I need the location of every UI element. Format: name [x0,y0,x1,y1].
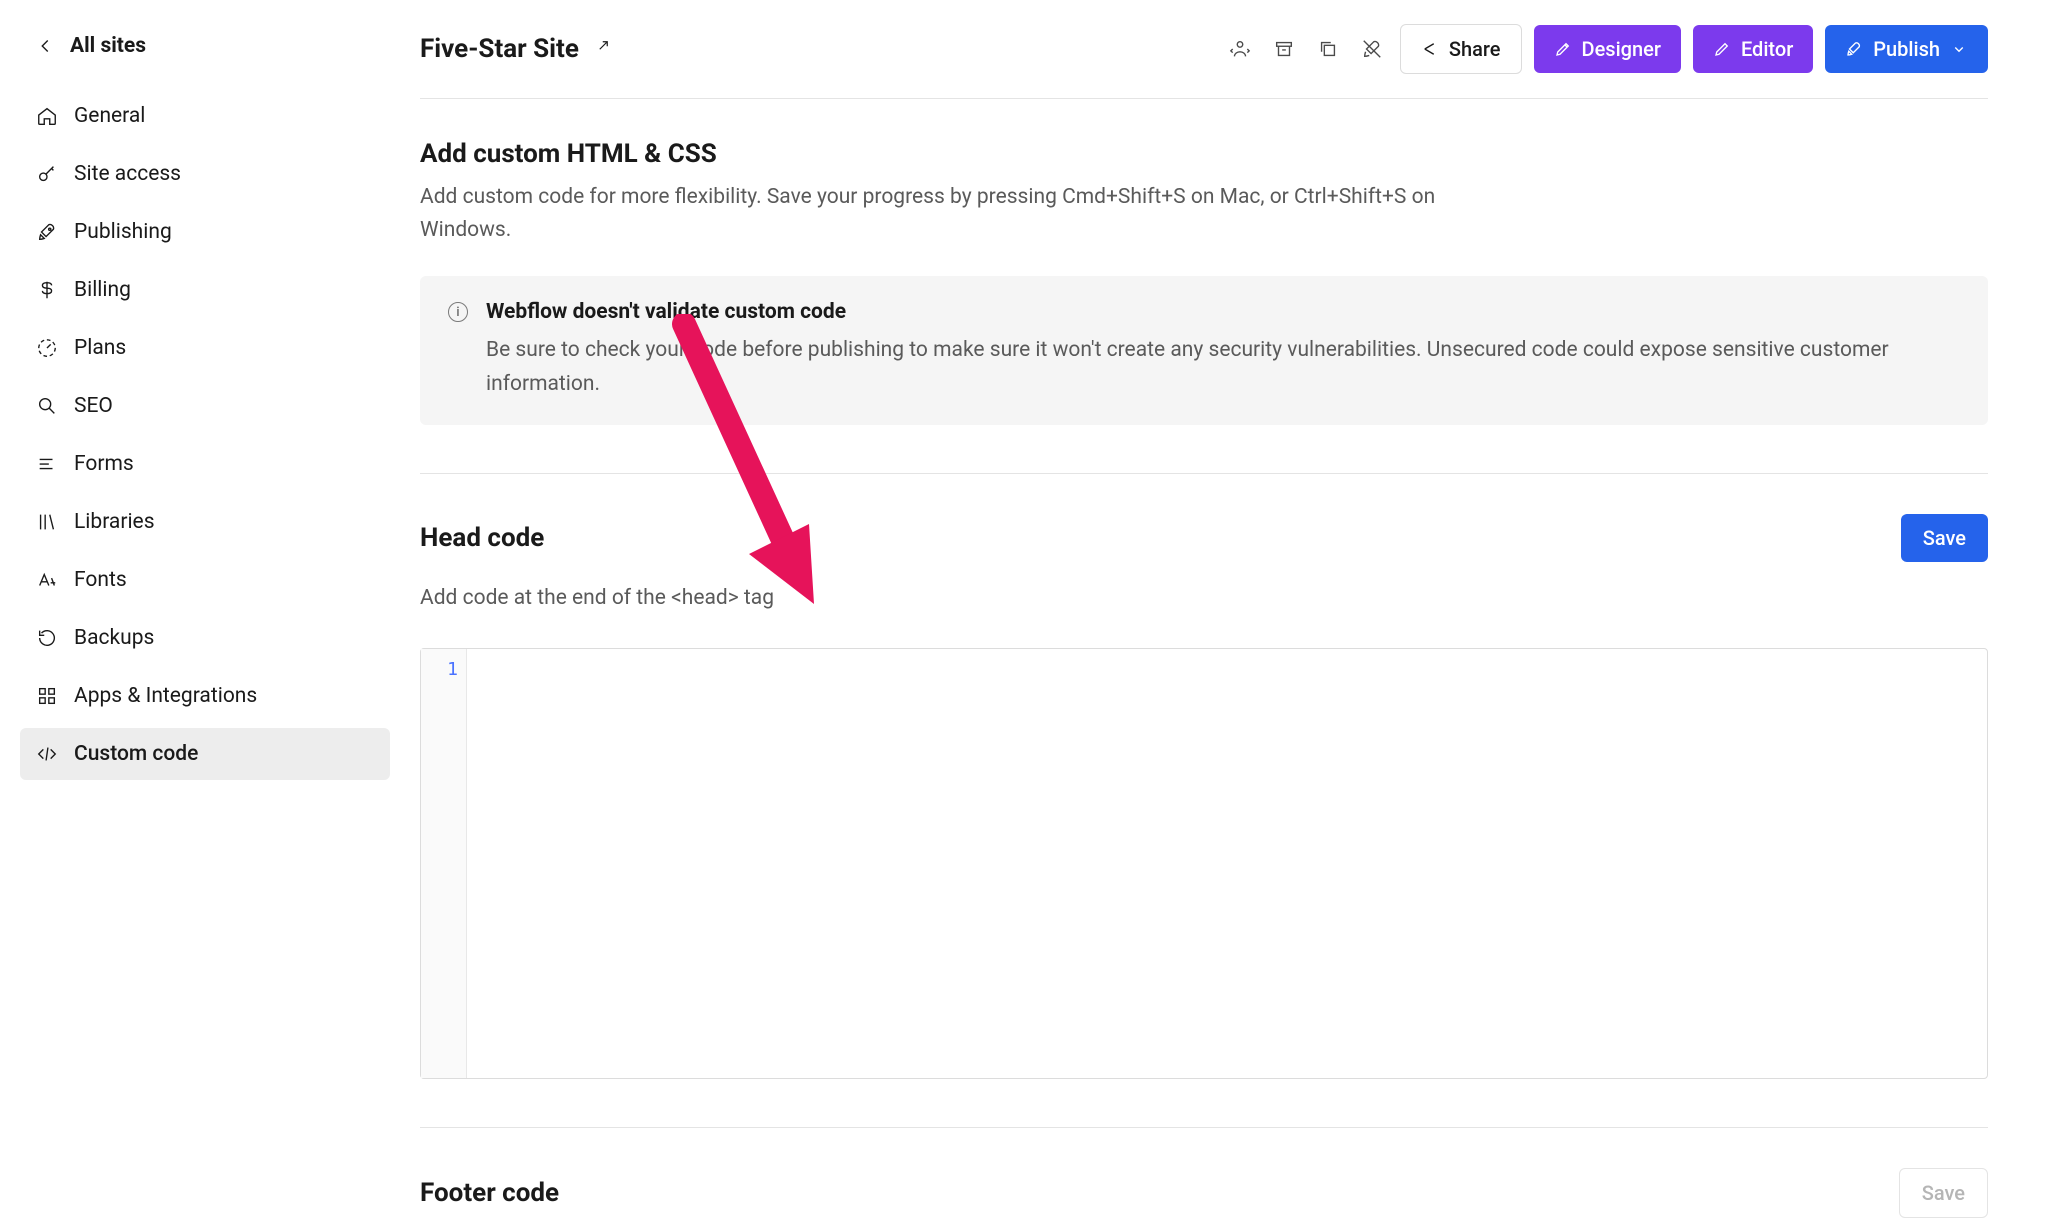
editor-label: Editor [1741,37,1793,61]
sidebar-item-plans[interactable]: Plans [20,322,390,374]
library-icon [36,511,58,533]
nav-label: Forms [74,452,134,476]
editor-gutter: 1 [421,649,467,1078]
head-code-editor[interactable]: 1 [420,648,1988,1079]
chevron-down-icon [1950,40,1968,58]
nav-label: Backups [74,626,154,650]
nav-label: General [74,104,145,128]
publish-label: Publish [1873,37,1940,61]
gauge-icon [36,337,58,359]
section-title: Add custom HTML & CSS [420,139,1988,169]
designer-button[interactable]: Designer [1534,25,1681,73]
forms-icon [36,453,58,475]
apps-icon [36,685,58,707]
sidebar-item-apps-integrations[interactable]: Apps & Integrations [20,670,390,722]
nav-label: Site access [74,162,181,186]
nav-label: Publishing [74,220,172,244]
info-icon: i [448,302,468,322]
head-code-description: Add code at the end of the <head> tag [420,586,1988,610]
save-footer-code-button[interactable]: Save [1899,1168,1988,1218]
sidebar: All sites General Site access Publishing [0,0,400,1218]
info-title: Webflow doesn't validate custom code [486,300,1960,324]
sidebar-item-backups[interactable]: Backups [20,612,390,664]
nav-label: Apps & Integrations [74,684,257,708]
sidebar-item-publishing[interactable]: Publishing [20,206,390,258]
sidebar-item-forms[interactable]: Forms [20,438,390,490]
line-number: 1 [421,659,458,680]
rocket-icon [36,221,58,243]
code-icon [36,743,58,765]
save-label: Save [1922,1181,1965,1205]
toolbar: Share Designer Editor Publish [1224,24,1988,74]
sidebar-item-seo[interactable]: SEO [20,380,390,432]
sidebar-item-fonts[interactable]: Fonts [20,554,390,606]
home-icon [36,105,58,127]
back-to-all-sites[interactable]: All sites [20,24,390,68]
section-description: Add custom code for more flexibility. Sa… [420,181,1500,246]
sidebar-item-libraries[interactable]: Libraries [20,496,390,548]
nav-label: Billing [74,278,131,302]
editor-textarea[interactable] [467,649,1987,1078]
nav-label: Plans [74,336,126,360]
nav-label: Custom code [74,742,198,766]
key-icon [36,163,58,185]
sidebar-item-general[interactable]: General [20,90,390,142]
footer-code-header: Footer code Save [420,1127,1988,1218]
back-label: All sites [70,34,146,58]
info-box: i Webflow doesn't validate custom code B… [420,276,1988,425]
restore-icon [36,627,58,649]
main-content: Five-Star Site [400,0,2048,1218]
share-label: Share [1449,37,1501,61]
custom-code-section: Add custom HTML & CSS Add custom code fo… [420,99,1988,425]
share-button[interactable]: Share [1400,24,1522,74]
designer-label: Designer [1582,37,1661,61]
save-head-code-button[interactable]: Save [1901,514,1988,562]
sidebar-item-site-access[interactable]: Site access [20,148,390,200]
nav-label: Fonts [74,568,127,592]
nav-label: Libraries [74,510,155,534]
head-code-header: Head code Save [420,474,1988,562]
archive-icon[interactable] [1268,33,1300,65]
nav-label: SEO [74,394,113,418]
editor-button[interactable]: Editor [1693,25,1813,73]
sidebar-item-billing[interactable]: Billing [20,264,390,316]
site-title: Five-Star Site [420,34,579,64]
info-body: Be sure to check your code before publis… [486,334,1960,401]
copy-icon[interactable] [1312,33,1344,65]
members-icon[interactable] [1224,33,1256,65]
external-link-icon[interactable] [593,38,611,60]
head-code-title: Head code [420,523,544,553]
arrow-left-icon [34,35,56,57]
search-icon [36,395,58,417]
fonts-icon [36,569,58,591]
topbar: Five-Star Site [420,24,1988,99]
publish-button[interactable]: Publish [1825,25,1988,73]
save-label: Save [1923,526,1966,550]
unpublish-icon[interactable] [1356,33,1388,65]
dollar-icon [36,279,58,301]
sidebar-item-custom-code[interactable]: Custom code [20,728,390,780]
footer-code-title: Footer code [420,1178,559,1208]
